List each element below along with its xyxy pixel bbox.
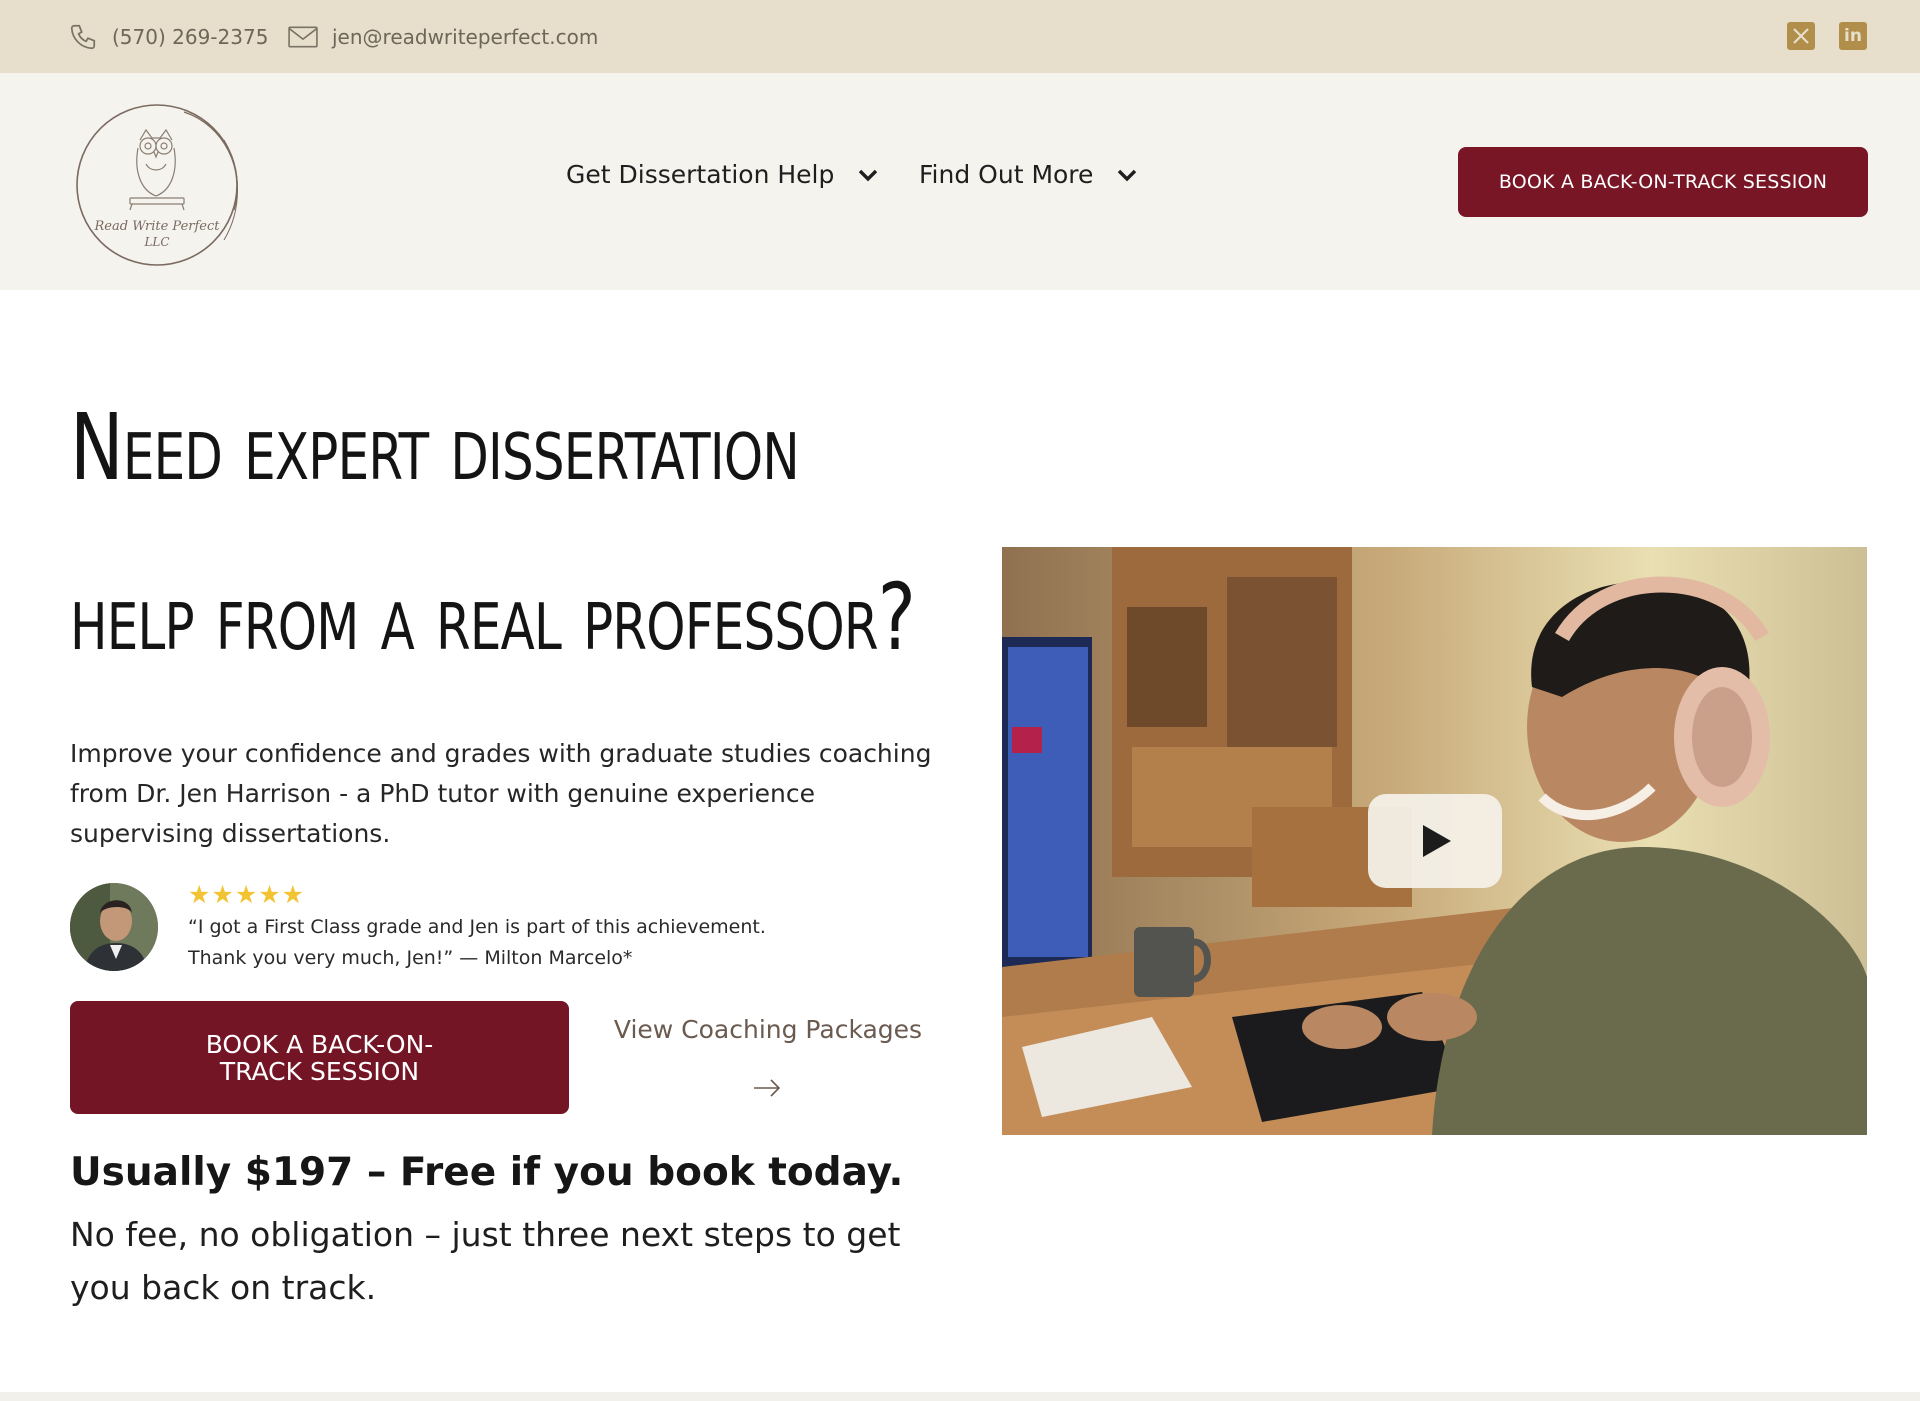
chevron-down-icon[interactable] [1117, 168, 1137, 182]
phone-contact[interactable]: (570) 269-2375 [68, 0, 268, 73]
arrow-right-icon[interactable] [752, 1076, 782, 1100]
envelope-icon [288, 26, 318, 47]
phone-number[interactable]: (570) 269-2375 [112, 25, 268, 49]
play-icon [1423, 825, 1451, 857]
quote-line-2: Thank you very much, Jen!” — Milton Marc… [188, 947, 633, 969]
view-coaching-packages-link[interactable]: View Coaching Packages [583, 1015, 953, 1044]
top-bar: (570) 269-2375 jen@readwriteperfect.com … [0, 0, 1920, 73]
read-write-perfect-logo[interactable]: Read Write Perfect LLC [74, 100, 244, 270]
book-session-hero-button[interactable]: BOOK A BACK-ON-TRACK SESSION [70, 1001, 569, 1114]
intro-video[interactable] [1002, 547, 1867, 1135]
chevron-down-icon[interactable] [858, 168, 878, 182]
hero-intro: Improve your confidence and grades with … [70, 739, 932, 848]
testimonial-avatar [70, 883, 158, 971]
book-session-header-button[interactable]: BOOK A BACK-ON-TRACK SESSION [1458, 147, 1868, 217]
rating-stars: ★★★★★ [188, 880, 306, 909]
logo-llc: LLC [143, 235, 169, 249]
email-contact[interactable]: jen@readwriteperfect.com [288, 0, 598, 73]
x-icon[interactable] [1787, 22, 1815, 50]
nav-label[interactable]: Find Out More [919, 160, 1093, 189]
nav-get-dissertation-help[interactable]: Get Dissertation Help [566, 160, 878, 189]
linkedin-icon[interactable]: in [1839, 22, 1867, 50]
nav-label[interactable]: Get Dissertation Help [566, 160, 834, 189]
price-subtext: No fee, no obligation – just three next … [70, 1215, 901, 1307]
email-address[interactable]: jen@readwriteperfect.com [332, 25, 598, 49]
section-divider [0, 1392, 1920, 1401]
hero-headline-line1: Need expert dissertation [70, 394, 800, 501]
hero-headline-line2: help from a real professor? [70, 564, 916, 671]
play-button[interactable] [1368, 794, 1502, 888]
testimonial: ★★★★★ “I got a First Class grade and Jen… [70, 880, 950, 975]
phone-icon [70, 24, 96, 49]
quote-line-1: “I got a First Class grade and Jen is pa… [188, 916, 766, 938]
price-statement: Usually $197 – Free if you book today. [70, 1150, 904, 1195]
nav-find-out-more[interactable]: Find Out More [919, 160, 1137, 189]
logo-text: Read Write Perfect [94, 219, 221, 234]
testimonial-quote: “I got a First Class grade and Jen is pa… [188, 912, 766, 974]
